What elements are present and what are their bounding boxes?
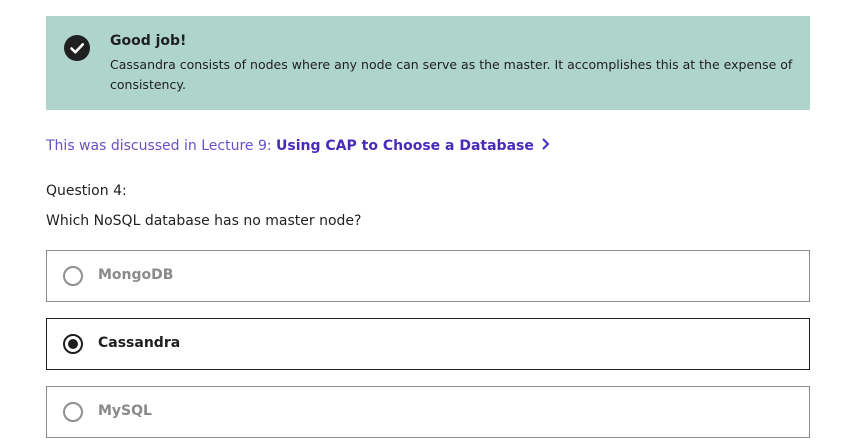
- option-label: MySQL: [98, 403, 152, 419]
- option-label: MongoDB: [98, 267, 174, 283]
- lecture-link[interactable]: Using CAP to Choose a Database: [276, 138, 550, 154]
- chevron-right-icon: [542, 136, 550, 156]
- lecture-link-label: Using CAP to Choose a Database: [276, 138, 534, 154]
- question-number: Question 4:: [46, 183, 127, 199]
- feedback-title: Good job!: [110, 33, 187, 49]
- lecture-reference-prefix: This was discussed in Lecture 9:: [46, 138, 277, 154]
- radio-dot-icon: [68, 339, 78, 349]
- feedback-message: Cassandra consists of nodes where any no…: [110, 57, 793, 92]
- radio-button-selected[interactable]: [63, 334, 83, 354]
- feedback-banner: Good job! Cassandra consists of nodes wh…: [46, 16, 810, 110]
- lecture-reference: This was discussed in Lecture 9: Using C…: [46, 136, 550, 156]
- option-label: Cassandra: [98, 335, 181, 351]
- radio-button-unselected[interactable]: [63, 402, 83, 422]
- radio-button-unselected[interactable]: [63, 266, 83, 286]
- option-cassandra[interactable]: Cassandra: [46, 318, 810, 370]
- option-mysql[interactable]: MySQL: [46, 386, 810, 438]
- check-circle-icon: [64, 35, 90, 61]
- quiz-page: Good job! Cassandra consists of nodes wh…: [0, 0, 857, 447]
- option-mongodb[interactable]: MongoDB: [46, 250, 810, 302]
- question-text: Which NoSQL database has no master node?: [46, 213, 362, 229]
